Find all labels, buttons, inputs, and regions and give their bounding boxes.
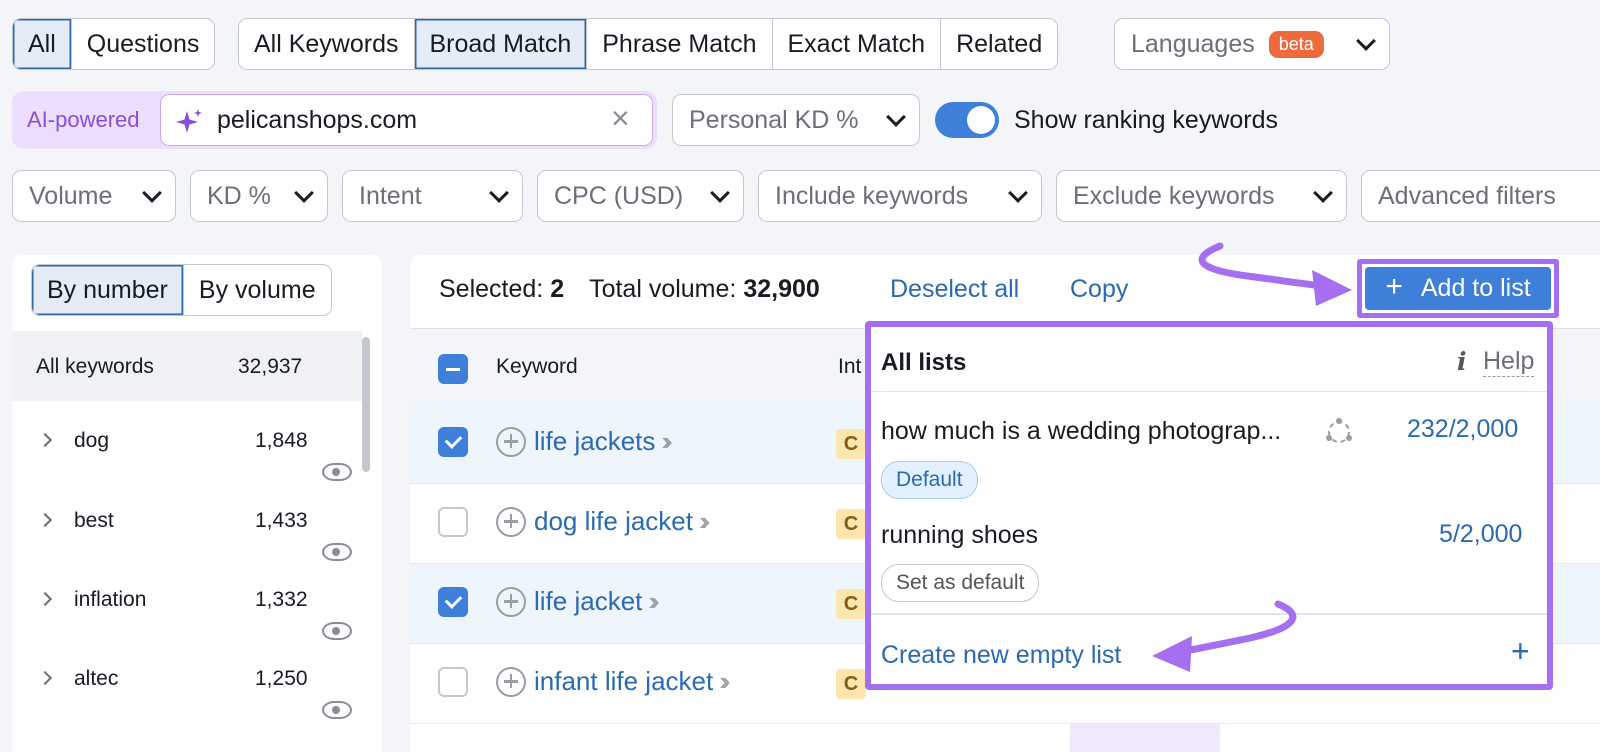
annotation-arrows	[1152, 242, 1352, 672]
